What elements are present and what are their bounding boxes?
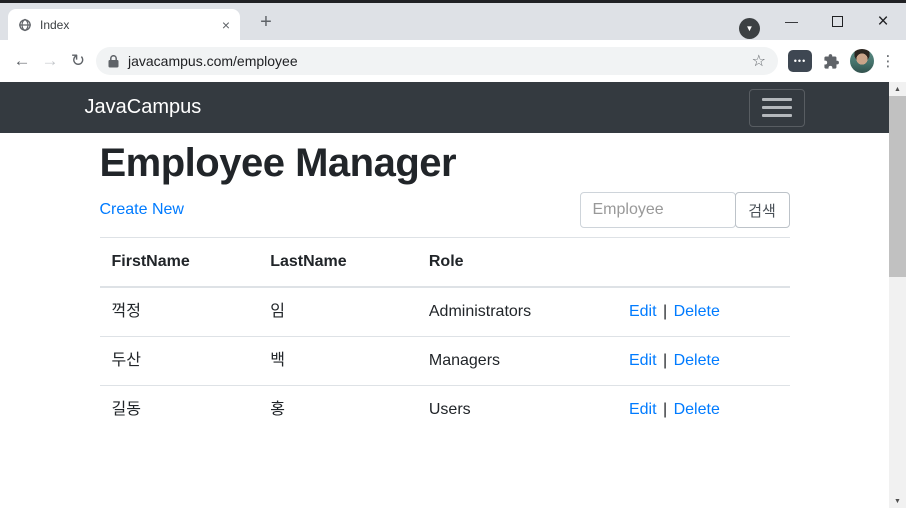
action-separator: | — [659, 303, 672, 320]
search-group: 검색 — [580, 192, 790, 228]
scroll-down-icon[interactable]: ▼ — [889, 494, 906, 508]
page-scrollbar[interactable]: ▲ ▼ — [889, 82, 906, 508]
navbar-hamburger-icon[interactable] — [749, 89, 805, 127]
cell-role: Users — [417, 386, 617, 435]
download-status-icon[interactable]: ▼ — [739, 18, 760, 39]
table-row: 두산 백 Managers Edit | Delete — [100, 337, 790, 386]
header-role: Role — [417, 238, 617, 288]
site-navbar: JavaCampus — [0, 82, 889, 133]
table-row: 꺽정 임 Administrators Edit | Delete — [100, 287, 790, 337]
header-actions — [617, 238, 790, 288]
navbar-brand[interactable]: JavaCampus — [85, 96, 202, 119]
search-input[interactable] — [580, 192, 736, 228]
url-text[interactable]: javacampus.com/employee — [128, 53, 298, 69]
tab-title: Index — [40, 18, 214, 32]
cell-firstname: 길동 — [100, 386, 259, 435]
lock-icon — [108, 55, 119, 68]
page-title: Employee Manager — [100, 141, 790, 186]
delete-link[interactable]: Delete — [674, 352, 720, 369]
browser-menu-kebab-icon[interactable]: ⋮ — [878, 49, 898, 73]
hamburger-bar — [762, 114, 792, 117]
delete-link[interactable]: Delete — [674, 303, 720, 320]
window-close-icon[interactable]: × — [860, 3, 906, 40]
cell-lastname: 백 — [258, 337, 417, 386]
new-tab-icon[interactable]: + — [252, 8, 280, 36]
cell-actions: Edit | Delete — [617, 287, 790, 337]
minimize-icon[interactable]: — — [768, 3, 814, 40]
extensions-puzzle-icon[interactable] — [819, 49, 843, 73]
reload-icon[interactable]: ↻ — [64, 47, 92, 75]
cell-firstname: 꺽정 — [100, 287, 259, 337]
cell-role: Administrators — [417, 287, 617, 337]
cell-role: Managers — [417, 337, 617, 386]
header-lastname: LastName — [258, 238, 417, 288]
cell-lastname: 임 — [258, 287, 417, 337]
extension-badge-icon[interactable]: ••• — [788, 50, 812, 72]
cell-firstname: 두산 — [100, 337, 259, 386]
tab-strip: Index × + ▼ — × — [0, 3, 906, 40]
cell-actions: Edit | Delete — [617, 386, 790, 435]
action-separator: | — [659, 401, 672, 418]
cell-lastname: 홍 — [258, 386, 417, 435]
actions-row: Create New 검색 — [100, 192, 790, 228]
edit-link[interactable]: Edit — [629, 303, 657, 320]
address-bar[interactable]: javacampus.com/employee ☆ — [96, 47, 778, 75]
hamburger-bar — [762, 106, 792, 109]
edit-link[interactable]: Edit — [629, 352, 657, 369]
table-header-row: FirstName LastName Role — [100, 238, 790, 288]
bookmark-star-icon[interactable]: ☆ — [752, 51, 766, 71]
page-viewport: JavaCampus Employee Manager Create New 검… — [0, 82, 889, 508]
table-row: 길동 홍 Users Edit | Delete — [100, 386, 790, 435]
tab-close-icon[interactable]: × — [222, 18, 230, 32]
header-firstname: FirstName — [100, 238, 259, 288]
browser-tab[interactable]: Index × — [8, 9, 240, 40]
search-button[interactable]: 검색 — [735, 192, 790, 228]
maximize-square — [832, 16, 843, 27]
browser-toolbar: ← → ↻ javacampus.com/employee ☆ ••• ⋮ — [0, 40, 906, 82]
create-new-link[interactable]: Create New — [100, 201, 184, 219]
window-controls: — × — [768, 3, 906, 40]
cell-actions: Edit | Delete — [617, 337, 790, 386]
hamburger-bar — [762, 98, 792, 101]
employee-table: FirstName LastName Role 꺽정 임 Administrat… — [100, 237, 790, 434]
profile-avatar[interactable] — [850, 49, 874, 73]
scrollbar-thumb[interactable] — [889, 96, 906, 277]
scroll-up-icon[interactable]: ▲ — [889, 82, 906, 96]
back-icon[interactable]: ← — [8, 47, 36, 75]
edit-link[interactable]: Edit — [629, 401, 657, 418]
globe-favicon-icon — [18, 18, 32, 32]
delete-link[interactable]: Delete — [674, 401, 720, 418]
forward-icon[interactable]: → — [36, 47, 64, 75]
maximize-icon[interactable] — [814, 3, 860, 40]
main-content: Employee Manager Create New 검색 FirstName… — [85, 141, 805, 434]
action-separator: | — [659, 352, 672, 369]
